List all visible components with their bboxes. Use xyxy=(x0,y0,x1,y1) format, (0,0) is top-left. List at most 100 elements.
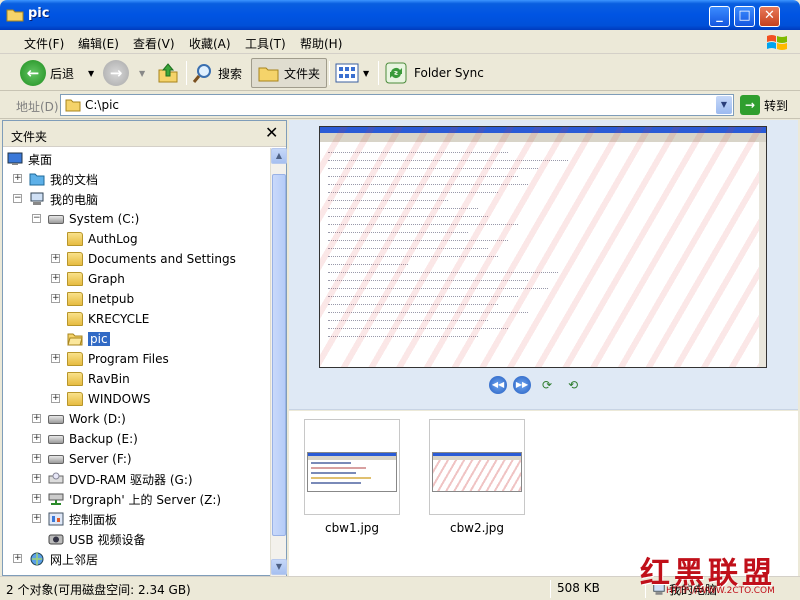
tree-item-inetpub[interactable]: Inetpub xyxy=(67,289,134,309)
tree-item-network-drive-z[interactable]: 'Drgraph' 上的 Server (Z:) xyxy=(48,489,221,509)
tree-item-control-panel[interactable]: 控制面板 xyxy=(48,509,117,529)
address-input[interactable]: C:\pic ▼ xyxy=(60,94,734,116)
folder-icon xyxy=(6,9,24,22)
menu-edit[interactable]: 编辑(E) xyxy=(78,35,119,52)
tree-item-work-d[interactable]: Work (D:) xyxy=(48,409,126,429)
expand-icon[interactable]: + xyxy=(32,454,41,463)
expand-icon[interactable]: + xyxy=(32,474,41,483)
previous-image-icon[interactable]: ◀◀ xyxy=(489,376,507,394)
folder-pane-title: 文件夹 xyxy=(11,130,48,144)
toolbar: ← 后退 ▼ → ▼ 搜索 文件夹 ▼ Folder Sync xyxy=(0,55,800,91)
file-thumbnail[interactable] xyxy=(304,419,400,515)
folder-tree-scrollbar[interactable]: ▲ ▼ xyxy=(270,148,287,576)
dropdown-arrow-icon[interactable]: ▼ xyxy=(363,69,369,78)
folder-icon xyxy=(67,392,83,406)
rotate-clockwise-icon[interactable]: ⟳ xyxy=(537,376,557,394)
tree-item-graph[interactable]: Graph xyxy=(67,269,125,289)
collapse-icon[interactable]: − xyxy=(32,214,41,223)
go-button[interactable]: → 转到 xyxy=(740,95,788,115)
folder-sync-button[interactable]: Folder Sync xyxy=(385,58,484,88)
folder-icon xyxy=(67,372,83,386)
tree-item-windows[interactable]: WINDOWS xyxy=(67,389,151,409)
views-icon xyxy=(335,63,359,83)
menu-favorites[interactable]: 收藏(A) xyxy=(189,35,231,52)
search-button[interactable]: 搜索 xyxy=(192,58,242,88)
tree-item-system-c[interactable]: System (C:) xyxy=(48,209,139,229)
expand-icon[interactable]: + xyxy=(32,414,41,423)
thumbnail-image xyxy=(432,452,522,492)
expand-icon[interactable]: + xyxy=(32,434,41,443)
tree-item-label: Inetpub xyxy=(88,292,135,306)
tree-item-ravbin[interactable]: RavBin xyxy=(67,369,130,389)
expand-icon[interactable]: + xyxy=(51,254,60,263)
maximize-button[interactable]: □ xyxy=(734,6,755,27)
thumbnail-image xyxy=(307,452,397,492)
scrollbar-thumb[interactable] xyxy=(272,174,286,536)
dropdown-arrow-icon[interactable]: ▼ xyxy=(139,69,145,78)
tree-item-label: 控制面板 xyxy=(69,512,118,527)
explorer-window: pic _ □ ✕ 文件(F) 编辑(E) 查看(V) 收藏(A) 工具(T) … xyxy=(0,0,800,600)
rotate-counterclockwise-icon[interactable]: ⟲ xyxy=(563,376,583,394)
dropdown-arrow-icon[interactable]: ▼ xyxy=(88,69,94,78)
scroll-down-icon[interactable]: ▼ xyxy=(271,559,287,575)
tree-item-usb-video[interactable]: USB 视频设备 xyxy=(48,529,145,549)
collapse-icon[interactable]: − xyxy=(13,194,22,203)
expand-icon[interactable]: + xyxy=(32,494,41,503)
expand-icon[interactable]: + xyxy=(51,354,60,363)
tree-item-server-f[interactable]: Server (F:) xyxy=(48,449,132,469)
up-folder-button[interactable] xyxy=(157,58,179,88)
title-bar[interactable]: pic _ □ ✕ xyxy=(0,0,800,30)
search-label: 搜索 xyxy=(218,66,243,81)
folder-icon xyxy=(67,292,83,306)
status-object-count: 2 个对象(可用磁盘空间: 2.34 GB) xyxy=(6,583,191,597)
close-button[interactable]: ✕ xyxy=(759,6,780,27)
go-arrow-icon: → xyxy=(740,95,760,115)
search-icon xyxy=(192,64,211,83)
tree-item-backup-e[interactable]: Backup (E:) xyxy=(48,429,138,449)
minimize-button[interactable]: _ xyxy=(709,6,730,27)
tree-item-my-computer[interactable]: 我的电脑 xyxy=(29,189,98,209)
next-image-icon[interactable]: ▶▶ xyxy=(513,376,531,394)
folder-sync-label: Folder Sync xyxy=(414,66,484,80)
scroll-up-icon[interactable]: ▲ xyxy=(271,148,287,164)
back-label: 后退 xyxy=(50,66,75,81)
expand-icon[interactable]: + xyxy=(13,174,22,183)
folders-button[interactable]: 文件夹 xyxy=(251,58,328,88)
go-label: 转到 xyxy=(764,98,789,113)
file-name[interactable]: cbw2.jpg xyxy=(429,521,525,535)
tree-item-dvd-ram-g[interactable]: DVD-RAM 驱动器 (G:) xyxy=(48,469,193,489)
folder-icon xyxy=(67,352,83,366)
site-watermark-url: HTTP://WWW.2CTO.COM xyxy=(666,586,775,596)
expand-icon[interactable]: + xyxy=(13,554,22,563)
forward-button[interactable]: → ▼ xyxy=(103,58,145,88)
expand-icon[interactable]: + xyxy=(32,514,41,523)
menu-help[interactable]: 帮助(H) xyxy=(300,35,342,52)
tree-item-my-documents[interactable]: 我的文档 xyxy=(29,169,98,189)
tree-item-krecycle[interactable]: KRECYCLE xyxy=(67,309,149,329)
file-name[interactable]: cbw1.jpg xyxy=(304,521,400,535)
computer-icon xyxy=(30,192,44,205)
tree-item-desktop[interactable]: 桌面 xyxy=(7,149,52,169)
expand-icon[interactable]: + xyxy=(51,394,60,403)
tree-item-label: KRECYCLE xyxy=(88,312,150,326)
tree-item-label: 网上邻居 xyxy=(50,552,99,567)
tree-item-pic[interactable]: pic xyxy=(67,329,110,349)
views-button[interactable]: ▼ xyxy=(335,58,369,88)
control-panel-icon xyxy=(48,512,64,526)
folders-label: 文件夹 xyxy=(284,66,321,81)
tree-item-network-places[interactable]: 网上邻居 xyxy=(29,549,98,569)
tree-item-authlog[interactable]: AuthLog xyxy=(67,229,138,249)
tree-item-program-files[interactable]: Program Files xyxy=(67,349,169,369)
chevron-down-icon[interactable]: ▼ xyxy=(716,96,732,114)
tree-item-documents-and-settings[interactable]: Documents and Settings xyxy=(67,249,236,269)
expand-icon[interactable]: + xyxy=(51,294,60,303)
back-button[interactable]: ← 后退 ▼ xyxy=(20,58,94,88)
status-size: 508 KB xyxy=(557,581,600,595)
menu-tools[interactable]: 工具(T) xyxy=(245,35,286,52)
file-thumbnail[interactable] xyxy=(429,419,525,515)
expand-icon[interactable]: + xyxy=(51,274,60,283)
menu-view[interactable]: 查看(V) xyxy=(133,35,175,52)
network-globe-icon xyxy=(30,552,44,566)
close-icon[interactable]: ✕ xyxy=(265,123,278,142)
menu-file[interactable]: 文件(F) xyxy=(24,35,64,52)
